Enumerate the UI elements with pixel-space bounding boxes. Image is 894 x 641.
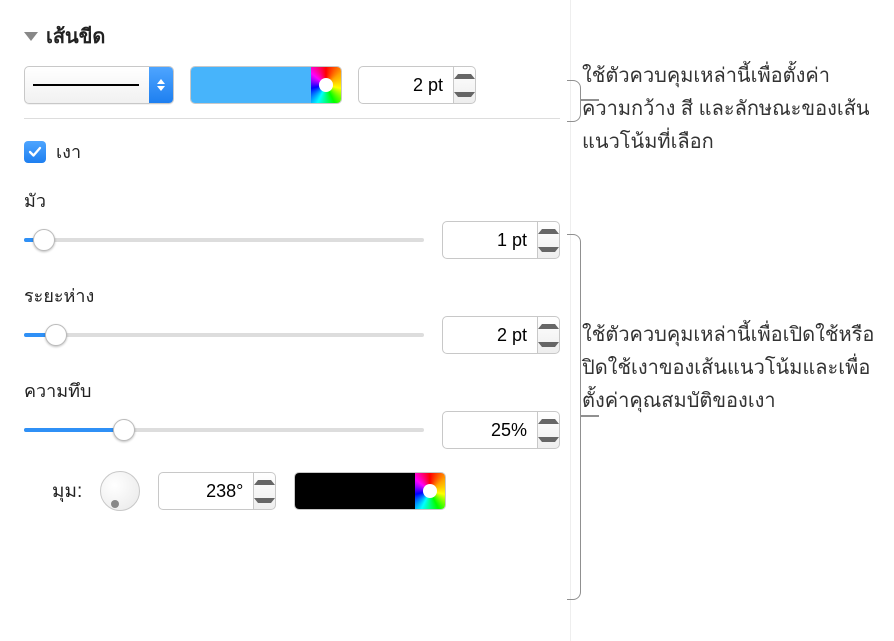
slider-thumb[interactable] <box>45 324 67 346</box>
blur-slider[interactable] <box>24 230 424 250</box>
stroke-width-stepper[interactable] <box>454 66 476 104</box>
disclosure-triangle-icon <box>24 32 38 41</box>
shadow-callout-text: ใช้ตัวควบคุมเหล่านี้เพื่อเปิดใช้หรือปิดใ… <box>582 319 877 418</box>
shadow-color-well[interactable] <box>294 472 446 510</box>
stroke-controls-row <box>24 66 560 104</box>
angle-knob[interactable] <box>100 471 140 511</box>
blur-field <box>442 221 560 259</box>
stroke-width-input[interactable] <box>358 66 454 104</box>
angle-stepper[interactable] <box>254 472 276 510</box>
angle-row: มุม: <box>24 471 560 511</box>
format-panel: เส้นขีด เงา มัว <box>24 20 560 511</box>
shadow-checkbox-label: เงา <box>56 137 81 166</box>
blur-row <box>24 221 560 259</box>
slider-track <box>24 333 424 337</box>
offset-row <box>24 316 560 354</box>
shadow-checkbox-row: เงา <box>24 137 560 166</box>
slider-thumb[interactable] <box>113 419 135 441</box>
checkmark-icon <box>28 145 42 159</box>
stroke-color-well[interactable] <box>190 66 342 104</box>
opacity-row <box>24 411 560 449</box>
stroke-section-title: เส้นขีด <box>46 20 105 52</box>
blur-stepper[interactable] <box>538 221 560 259</box>
stroke-section-header[interactable]: เส้นขีด <box>24 20 560 52</box>
stroke-width-field <box>358 66 476 104</box>
offset-field <box>442 316 560 354</box>
opacity-input[interactable] <box>442 411 538 449</box>
section-divider <box>24 118 560 119</box>
opacity-label: ความทึบ <box>24 376 560 405</box>
popup-arrows-icon <box>149 67 173 103</box>
callouts-area: ใช้ตัวควบคุมเหล่านี้เพื่อตั้งค่าความกว้า… <box>582 60 877 538</box>
line-style-preview-icon <box>33 84 139 86</box>
stroke-color-swatch <box>191 67 311 103</box>
line-style-popup[interactable] <box>24 66 174 104</box>
offset-input[interactable] <box>442 316 538 354</box>
angle-input[interactable] <box>158 472 254 510</box>
callout-bracket-icon <box>567 80 581 122</box>
color-wheel-icon[interactable] <box>415 473 445 509</box>
blur-label: มัว <box>24 186 560 215</box>
shadow-color-swatch <box>295 473 415 509</box>
slider-track <box>24 238 424 242</box>
callout-bracket-icon <box>567 234 581 600</box>
angle-indicator-icon <box>111 500 119 508</box>
angle-field <box>158 472 276 510</box>
color-wheel-icon[interactable] <box>311 67 341 103</box>
offset-stepper[interactable] <box>538 316 560 354</box>
opacity-slider[interactable] <box>24 420 424 440</box>
slider-thumb[interactable] <box>33 229 55 251</box>
stroke-callout-text: ใช้ตัวควบคุมเหล่านี้เพื่อตั้งค่าความกว้า… <box>582 60 877 159</box>
angle-label: มุม: <box>52 476 82 506</box>
offset-slider[interactable] <box>24 325 424 345</box>
blur-input[interactable] <box>442 221 538 259</box>
opacity-field <box>442 411 560 449</box>
shadow-checkbox[interactable] <box>24 141 46 163</box>
offset-label: ระยะห่าง <box>24 281 560 310</box>
slider-fill <box>24 428 124 432</box>
opacity-stepper[interactable] <box>538 411 560 449</box>
